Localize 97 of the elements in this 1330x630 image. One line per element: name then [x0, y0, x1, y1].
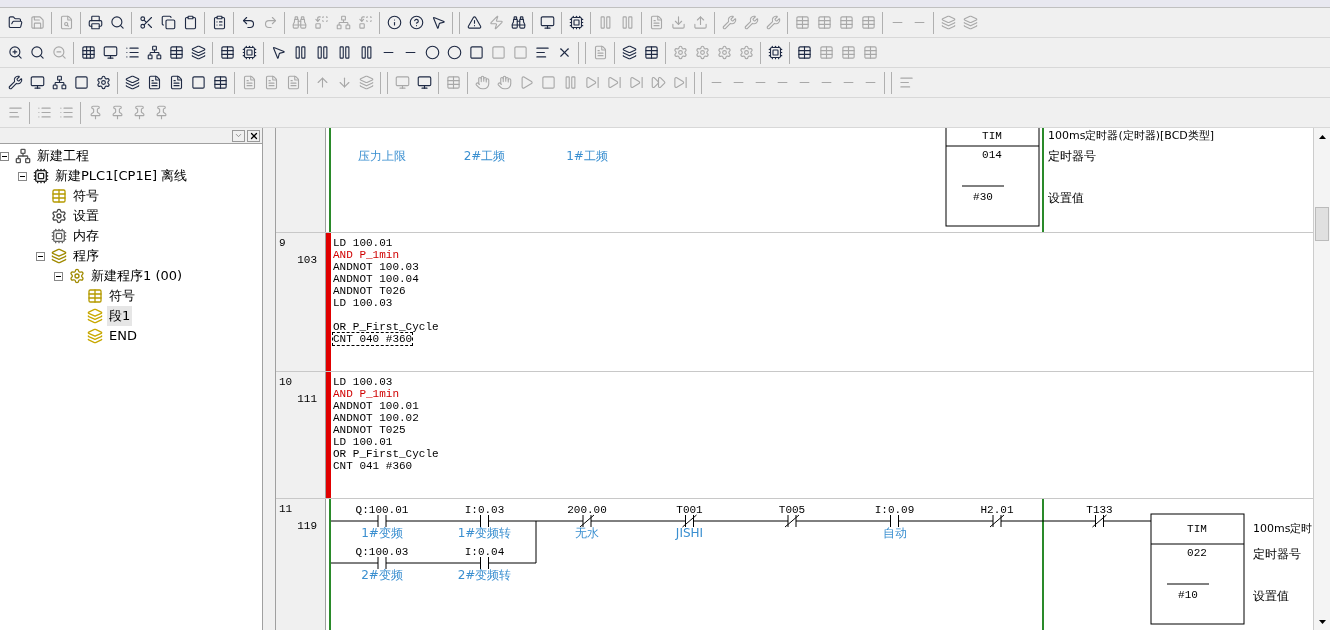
contact-address: T005 — [778, 504, 806, 516]
layers-icon — [51, 248, 67, 264]
contact-comment: 2#工频 — [463, 149, 506, 163]
chip-icon — [51, 228, 67, 244]
contact-comment: 2#变频 — [361, 568, 403, 582]
mnemonic-line[interactable]: CNT 040 #360 — [333, 333, 413, 345]
tree-item[interactable]: 内存 — [71, 226, 101, 246]
mnemonic-line[interactable]: OR P_First_Cycle — [333, 321, 439, 333]
mnemonic-line[interactable]: ANDNOT T025 — [333, 424, 406, 436]
contact-comment: 无水 — [575, 526, 599, 540]
contact-address: Q:100.01 — [355, 504, 409, 516]
mnemonic-line[interactable]: AND P_1min — [333, 388, 399, 400]
nc-contact-symbol[interactable] — [682, 514, 697, 528]
operand-label: 设置值 — [1048, 191, 1084, 205]
contact-address: Q:100.03 — [355, 546, 409, 558]
set-value: #10 — [1178, 589, 1198, 601]
contact-comment: 1#工频 — [566, 149, 608, 163]
mnemonic-line[interactable]: ANDNOT 100.03 — [333, 261, 419, 273]
tree-item[interactable]: 新建PLC1[CP1E] 离线 — [53, 166, 190, 186]
scrollbar[interactable] — [1313, 128, 1330, 630]
nc-contact-symbol[interactable] — [1092, 514, 1107, 528]
nc-contact-symbol[interactable] — [579, 514, 595, 528]
rung-header[interactable]: 10 111 — [276, 372, 326, 498]
operand-label: 设置值 — [1253, 589, 1289, 603]
mnemonic-line[interactable]: LD 100.03 — [333, 376, 393, 388]
table-icon — [87, 288, 103, 304]
tree-item[interactable]: 设置 — [71, 206, 101, 226]
no-contact-symbol[interactable] — [377, 514, 387, 528]
scroll-thumb[interactable] — [1315, 207, 1329, 241]
mnemonic-line[interactable]: CNT 041 #360 — [333, 460, 413, 472]
mnemonic-line[interactable]: ANDNOT 100.01 — [333, 400, 419, 412]
table-icon — [51, 188, 67, 204]
contact-comment: 2#变频转 — [457, 568, 512, 582]
rung-number: 10 — [279, 375, 294, 390]
no-contact-symbol[interactable] — [480, 514, 489, 528]
gear-icon — [69, 268, 85, 284]
rung-header[interactable]: 11 119 — [276, 499, 326, 630]
contact-comment: JISHI — [675, 526, 704, 540]
tree-item[interactable]: 符号 — [71, 186, 101, 206]
contact-address: I:0.09 — [874, 504, 915, 516]
no-contact-symbol[interactable] — [890, 514, 899, 528]
tree-item[interactable]: 符号 — [107, 286, 137, 306]
nc-contact-symbol[interactable] — [784, 514, 800, 528]
step-number: 119 — [296, 518, 318, 534]
mnemonic-line[interactable]: ANDNOT 100.04 — [333, 273, 419, 285]
mnemonic-line[interactable]: ANDNOT T026 — [333, 285, 406, 297]
settings-icon — [51, 208, 67, 224]
instruction-name: TIM — [982, 130, 1002, 142]
contact-comment: 压力上限 — [358, 149, 406, 163]
operand-label: 100ms定时 — [1253, 522, 1313, 535]
scroll-up-icon[interactable] — [1318, 134, 1326, 139]
operand-label: 定时器号 — [1253, 547, 1301, 561]
collapse-toggle[interactable] — [18, 171, 27, 181]
set-value: #30 — [973, 191, 993, 203]
contact-comment: 自动 — [882, 526, 907, 540]
mnemonic-line[interactable]: LD 100.01 — [333, 237, 393, 249]
contact-comment: 1#变频转 — [457, 526, 512, 540]
contact-address: I:0.04 — [464, 546, 505, 558]
network-icon — [15, 148, 31, 164]
operand-label: 定时器号 — [1048, 149, 1096, 163]
mnemonic-line[interactable]: ANDNOT 100.02 — [333, 412, 419, 424]
rung-header[interactable]: 9 103 — [276, 233, 326, 371]
tree-item[interactable]: 新建工程 — [35, 146, 91, 166]
close-button[interactable] — [247, 129, 260, 142]
no-contact-symbol[interactable] — [377, 556, 387, 570]
contact-address: T001 — [676, 504, 703, 516]
tree-item[interactable]: 段1 — [107, 306, 133, 326]
mnemonic-line[interactable]: AND P_1min — [333, 249, 399, 261]
rung-number: 11 — [279, 502, 294, 517]
contact-address: T133 — [1086, 504, 1113, 516]
mnemonic-line[interactable]: LD 100.01 — [333, 436, 393, 448]
timer-number: 014 — [982, 149, 1002, 161]
collapse-toggle[interactable] — [54, 271, 63, 281]
scroll-down-icon[interactable] — [1318, 619, 1326, 624]
tree-item[interactable]: END — [107, 326, 139, 346]
nc-contact-symbol[interactable] — [989, 514, 1005, 528]
plc-icon — [33, 168, 49, 184]
tree-item[interactable]: 程序 — [71, 246, 101, 266]
mnemonic-line[interactable]: OR P_First_Cycle — [333, 448, 439, 460]
contact-comment: 1#变频 — [361, 526, 403, 540]
step-number: 103 — [296, 252, 318, 268]
contact-address: 200.00 — [567, 504, 607, 516]
operand-label: 100ms定时器(定时器)[BCD类型] — [1048, 129, 1215, 142]
collapse-toggle[interactable] — [36, 251, 45, 261]
close-icon — [248, 130, 259, 141]
timer-number: 022 — [1187, 547, 1207, 559]
contact-address: I:0.03 — [464, 504, 505, 516]
no-contact-symbol[interactable] — [480, 556, 489, 570]
step-number: 111 — [296, 391, 318, 407]
instruction-name: TIM — [1187, 523, 1207, 535]
contact-address: H2.01 — [980, 504, 1014, 516]
mnemonic-line[interactable]: LD 100.03 — [333, 297, 393, 309]
tree-item[interactable]: 新建程序1 (00) — [89, 266, 185, 286]
rung-number: 9 — [279, 236, 287, 251]
collapse-toggle[interactable] — [0, 151, 9, 161]
timer-instruction-box[interactable] — [945, 128, 1040, 227]
timer-instruction-box[interactable] — [1150, 513, 1245, 625]
